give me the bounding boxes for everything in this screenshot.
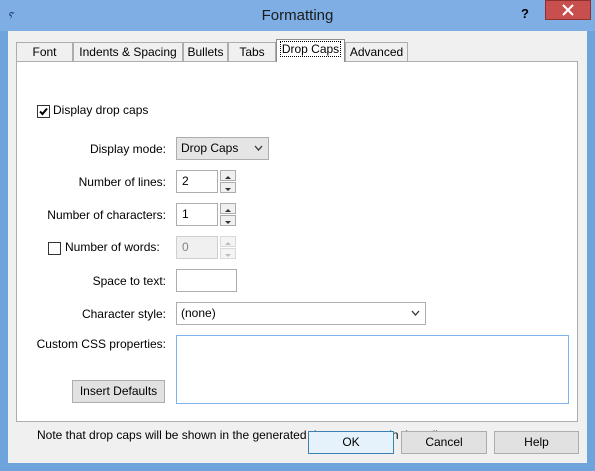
- character-style-value: (none): [181, 306, 216, 320]
- ok-button[interactable]: OK: [308, 431, 394, 454]
- chevron-down-icon: [254, 145, 263, 151]
- custom-css-label: Custom CSS properties:: [36, 337, 166, 351]
- space-to-text-input[interactable]: [176, 269, 237, 292]
- number-of-characters-input[interactable]: 1: [176, 203, 218, 226]
- number-of-lines-input[interactable]: 2: [176, 170, 218, 193]
- number-of-words-input[interactable]: 0: [176, 236, 218, 259]
- tab-font[interactable]: Font: [16, 42, 73, 61]
- display-drop-caps-label[interactable]: Display drop caps: [53, 103, 148, 117]
- tab-advanced[interactable]: Advanced: [345, 42, 408, 61]
- close-button[interactable]: [545, 0, 591, 20]
- arrow-down-icon: [225, 254, 231, 257]
- number-of-lines-label: Number of lines:: [78, 175, 166, 189]
- chevron-down-icon: [411, 310, 420, 316]
- arrow-down-icon: [225, 188, 231, 191]
- character-style-select[interactable]: (none): [176, 302, 426, 325]
- number-of-characters-spinner[interactable]: [220, 203, 236, 226]
- window-title: Formatting: [261, 7, 334, 24]
- dialog-client: Font Indents & Spacing Bullets Tabs Drop…: [8, 31, 587, 463]
- close-icon: [562, 4, 574, 16]
- tab-indents-spacing[interactable]: Indents & Spacing: [73, 42, 183, 61]
- spin-up-button[interactable]: [220, 170, 236, 181]
- spin-down-button[interactable]: [220, 215, 236, 226]
- checkmark-icon: [39, 107, 48, 116]
- formatting-dialog: ⲋ Formatting ? Font Indents & Spacing Bu…: [0, 0, 595, 471]
- space-to-text-label: Space to text:: [92, 274, 166, 288]
- display-mode-select[interactable]: Drop Caps: [176, 137, 269, 160]
- insert-defaults-button[interactable]: Insert Defaults: [72, 380, 165, 403]
- spin-down-button[interactable]: [220, 182, 236, 193]
- cancel-button[interactable]: Cancel: [401, 431, 487, 454]
- tab-drop-caps[interactable]: Drop Caps: [276, 39, 345, 62]
- character-style-label: Character style:: [81, 307, 166, 321]
- drop-caps-panel: Display drop caps Display mode: Drop Cap…: [16, 61, 578, 442]
- arrow-down-icon: [225, 221, 231, 224]
- help-title-button[interactable]: ?: [515, 4, 535, 24]
- display-mode-value: Drop Caps: [181, 141, 239, 155]
- spin-down-button[interactable]: [220, 248, 236, 259]
- title-bar: ⲋ Formatting ?: [0, 0, 595, 31]
- help-button[interactable]: Help: [494, 431, 579, 454]
- tab-tabs[interactable]: Tabs: [228, 42, 276, 61]
- arrow-up-icon: [225, 209, 231, 212]
- number-of-words-spinner[interactable]: [220, 236, 236, 259]
- number-of-characters-label: Number of characters:: [47, 208, 166, 222]
- arrow-up-icon: [225, 242, 231, 245]
- display-mode-label: Display mode:: [89, 142, 166, 156]
- number-of-lines-spinner[interactable]: [220, 170, 236, 193]
- display-drop-caps-checkbox[interactable]: [37, 105, 50, 118]
- custom-css-textarea[interactable]: [176, 335, 569, 404]
- number-of-words-label[interactable]: Number of words:: [65, 240, 160, 254]
- spin-up-button[interactable]: [220, 203, 236, 214]
- tab-bullets[interactable]: Bullets: [183, 42, 228, 61]
- number-of-words-checkbox[interactable]: [48, 242, 61, 255]
- arrow-up-icon: [225, 176, 231, 179]
- spin-up-button[interactable]: [220, 236, 236, 247]
